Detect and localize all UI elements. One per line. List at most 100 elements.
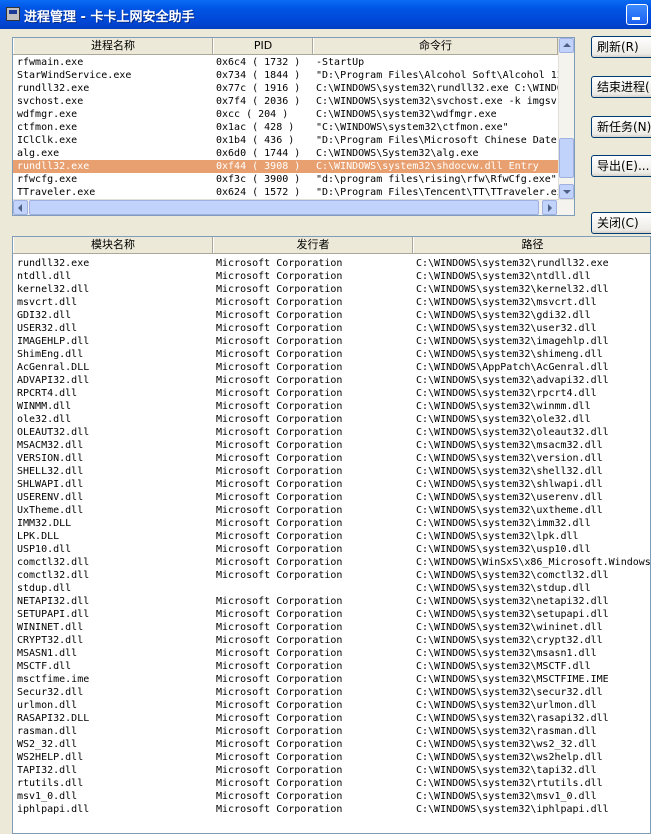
module-row[interactable]: MSCTF.dll Microsoft Corporation C:\WINDOWS… — [13, 660, 650, 673]
module-list[interactable]: 模块名称 发行者 路径 rundll32.exe Microsoft Corpor… — [12, 236, 651, 834]
module-row[interactable]: WININET.dll Microsoft Corporation C:\WINDO… — [13, 621, 650, 634]
module-row[interactable]: USER32.dll Microsoft Corporation C:\WINDOW… — [13, 322, 650, 335]
module-row[interactable]: comctl32.dll Microsoft Corporation C:\WIND… — [13, 569, 650, 582]
module-row[interactable]: USERENV.dll Microsoft Corporation C:\WINDO… — [13, 491, 650, 504]
path-cell: C:\WINDOWS\system32\user32.dll — [416, 323, 597, 334]
module-row[interactable]: TAPI32.dll Microsoft Corporation C:\WINDOW… — [13, 764, 650, 777]
module-row[interactable]: NETAPI32.dll Microsoft Corporation C:\WIND… — [13, 595, 650, 608]
scroll-up-icon[interactable] — [559, 38, 574, 53]
module-row[interactable]: iphlpapi.dll Microsoft Corporation C:\WIND… — [13, 803, 650, 816]
process-row[interactable]: TTraveler.exe 0x624 ( 1572 ) "D:\Program F… — [13, 186, 558, 199]
module-row[interactable]: RPCRT4.dll Microsoft Corporation C:\WINDOW… — [13, 387, 650, 400]
module-row[interactable]: SETUPAPI.dll Microsoft Corporation C:\WIND… — [13, 608, 650, 621]
publisher-cell: Microsoft Corporation — [216, 414, 343, 425]
path-cell: C:\WINDOWS\system32\shell32.dll — [416, 466, 603, 477]
module-row[interactable]: IMM32.DLL Microsoft Corporation C:\WINDOWS… — [13, 517, 650, 530]
path-cell: C:\WINDOWS\system32\imm32.dll — [416, 518, 591, 529]
module-row[interactable]: rasman.dll Microsoft Corporation C:\WINDOW… — [13, 725, 650, 738]
module-list-header: 模块名称 发行者 路径 — [13, 237, 650, 254]
module-row[interactable]: USP10.dll Microsoft Corporation C:\WINDOWS… — [13, 543, 650, 556]
process-name-cell: svchost.exe — [17, 96, 84, 107]
title-bar[interactable]: 进程管理 - 卡卡上网安全助手 — [0, 0, 651, 29]
publisher-cell: Microsoft Corporation — [216, 427, 343, 438]
module-row[interactable]: comctl32.dll Microsoft Corporation C:\WIND… — [13, 556, 650, 569]
module-row[interactable]: kernel32.dll Microsoft Corporation C:\WIND… — [13, 283, 650, 296]
scroll-down-icon[interactable] — [559, 184, 574, 199]
process-row[interactable]: rfwcfg.exe 0xf3c ( 3900 ) "d:\program file… — [13, 173, 558, 186]
module-row[interactable]: urlmon.dll Microsoft Corporation C:\WINDOW… — [13, 699, 650, 712]
process-row[interactable]: svchost.exe 0x7f4 ( 2036 ) C:\WINDOWS\syst… — [13, 95, 558, 108]
process-row[interactable]: StarWindService.exe 0x734 ( 1844 ) "D:\Pro… — [13, 69, 558, 82]
module-row[interactable]: CRYPT32.dll Microsoft Corporation C:\WINDO… — [13, 634, 650, 647]
process-list-hscroll[interactable] — [13, 199, 574, 215]
module-row[interactable]: rtutils.dll Microsoft Corporation C:\WINDO… — [13, 777, 650, 790]
module-row[interactable]: msvcrt.dll Microsoft Corporation C:\WINDOW… — [13, 296, 650, 309]
module-row[interactable]: AcGenral.DLL Microsoft Corporation C:\WIND… — [13, 361, 650, 374]
module-row[interactable]: GDI32.dll Microsoft Corporation C:\WINDOWS… — [13, 309, 650, 322]
column-command-line[interactable]: 命令行 — [313, 38, 558, 54]
module-row[interactable]: MSACM32.dll Microsoft Corporation C:\WINDO… — [13, 439, 650, 452]
module-row[interactable]: Secur32.dll Microsoft Corporation C:\WINDO… — [13, 686, 650, 699]
module-row[interactable]: ShimEng.dll Microsoft Corporation C:\WINDO… — [13, 348, 650, 361]
module-row[interactable]: SHLWAPI.dll Microsoft Corporation C:\WINDO… — [13, 478, 650, 491]
publisher-cell: Microsoft Corporation — [216, 622, 343, 633]
module-row[interactable]: WS2_32.dll Microsoft Corporation C:\WINDOW… — [13, 738, 650, 751]
module-row[interactable]: RASAPI32.DLL Microsoft Corporation C:\WIND… — [13, 712, 650, 725]
column-pid[interactable]: PID — [213, 38, 313, 54]
module-name-cell: kernel32.dll — [17, 284, 90, 295]
process-row[interactable]: alg.exe 0x6d0 ( 1744 ) C:\WINDOWS\System32… — [13, 147, 558, 160]
end-process-button[interactable]: 结束进程( — [591, 76, 651, 98]
publisher-cell: Microsoft Corporation — [216, 544, 343, 555]
column-path[interactable]: 路径 — [413, 237, 650, 253]
column-process-name[interactable]: 进程名称 — [13, 38, 213, 54]
path-cell: C:\WINDOWS\system32\oleaut32.dll — [416, 427, 609, 438]
module-row[interactable]: IMAGEHLP.dll Microsoft Corporation C:\WIND… — [13, 335, 650, 348]
scroll-right-icon[interactable] — [542, 200, 557, 215]
publisher-cell: Microsoft Corporation — [216, 284, 343, 295]
publisher-cell: Microsoft Corporation — [216, 765, 343, 776]
pid-cell: 0xf44 ( 3908 ) — [216, 161, 301, 172]
publisher-cell: Microsoft Corporation — [216, 518, 343, 529]
scroll-thumb[interactable] — [559, 138, 574, 178]
module-row[interactable]: rundll32.exe Microsoft Corporation C:\WIND… — [13, 257, 650, 270]
module-row[interactable]: ntdll.dll Microsoft Corporation C:\WINDOWS… — [13, 270, 650, 283]
process-row[interactable]: rfwmain.exe 0x6c4 ( 1732 ) -StartUp — [13, 56, 558, 69]
process-row[interactable]: IClClk.exe 0x1b4 ( 436 ) "D:\Program Files… — [13, 134, 558, 147]
module-row[interactable]: LPK.DLL Microsoft Corporation C:\WINDOWS\s… — [13, 530, 650, 543]
command-line-cell: C:\WINDOWS\System32\alg.exe — [316, 148, 479, 159]
module-row[interactable]: ole32.dll Microsoft Corporation C:\WINDOWS… — [13, 413, 650, 426]
column-publisher[interactable]: 发行者 — [213, 237, 413, 253]
process-list-vscroll[interactable] — [558, 38, 574, 199]
process-row[interactable]: ctfmon.exe 0x1ac ( 428 ) "C:\WINDOWS\syste… — [13, 121, 558, 134]
module-row[interactable]: VERSION.dll Microsoft Corporation C:\WINDO… — [13, 452, 650, 465]
module-row[interactable]: MSASN1.dll Microsoft Corporation C:\WINDOW… — [13, 647, 650, 660]
process-row[interactable]: rundll32.exe 0xf44 ( 3908 ) C:\WINDOWS\sys… — [13, 160, 558, 173]
minimize-icon[interactable] — [626, 4, 648, 25]
module-row[interactable]: ADVAPI32.dll Microsoft Corporation C:\WIND… — [13, 374, 650, 387]
module-row[interactable]: OLEAUT32.dll Microsoft Corporation C:\WIND… — [13, 426, 650, 439]
publisher-cell: Microsoft Corporation — [216, 648, 343, 659]
close-button[interactable]: 关闭(C) — [591, 212, 651, 234]
module-row[interactable]: msctfime.ime Microsoft Corporation C:\WIND… — [13, 673, 650, 686]
module-row[interactable]: UxTheme.dll Microsoft Corporation C:\WINDO… — [13, 504, 650, 517]
hscroll-thumb[interactable] — [29, 200, 539, 215]
export-button[interactable]: 导出(E)... — [591, 155, 651, 177]
new-task-button[interactable]: 新任务(N)... — [591, 116, 651, 138]
process-list[interactable]: 进程名称 PID 命令行 rfwmain.exe 0x6c4 ( 1732 ) -… — [12, 37, 575, 216]
module-row[interactable]: WINMM.dll Microsoft Corporation C:\WINDOWS… — [13, 400, 650, 413]
process-row[interactable]: wdfmgr.exe 0xcc ( 204 ) C:\WINDOWS\system3… — [13, 108, 558, 121]
column-module-name[interactable]: 模块名称 — [13, 237, 213, 253]
path-cell: C:\WINDOWS\system32\msasn1.dll — [416, 648, 597, 659]
module-row[interactable]: WS2HELP.dll Microsoft Corporation C:\WINDO… — [13, 751, 650, 764]
refresh-button[interactable]: 刷新(R) — [591, 36, 651, 58]
module-name-cell: WS2_32.dll — [17, 739, 78, 750]
module-name-cell: msv1_0.dll — [17, 791, 78, 802]
publisher-cell: Microsoft Corporation — [216, 440, 343, 451]
scroll-left-icon[interactable] — [13, 200, 28, 215]
module-row[interactable]: stdup.dll C:\WINDOWS\system32\stdup.dll — [13, 582, 650, 595]
module-row[interactable]: msv1_0.dll Microsoft Corporation C:\WINDOW… — [13, 790, 650, 803]
process-row[interactable]: rundll32.exe 0x77c ( 1916 ) C:\WINDOWS\sys… — [13, 82, 558, 95]
module-name-cell: rtutils.dll — [17, 778, 84, 789]
publisher-cell: Microsoft Corporation — [216, 726, 343, 737]
module-row[interactable]: SHELL32.dll Microsoft Corporation C:\WINDO… — [13, 465, 650, 478]
